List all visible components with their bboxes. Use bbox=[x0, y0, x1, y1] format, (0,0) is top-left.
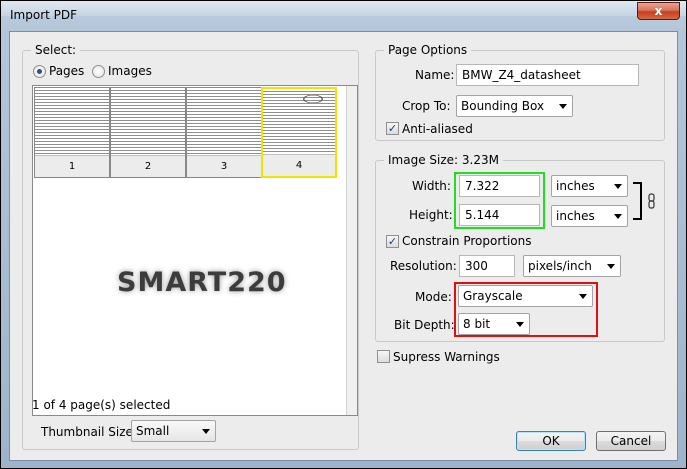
thumbnail-size-label: Thumbnail Size: bbox=[41, 425, 137, 439]
page-thumbnail-selected[interactable]: 4 bbox=[261, 87, 337, 178]
page-thumbnail[interactable]: 3 bbox=[186, 87, 262, 178]
chevron-down-icon bbox=[202, 429, 210, 434]
watermark: SMART220 bbox=[117, 267, 287, 298]
page-thumbnail-image bbox=[111, 88, 185, 154]
ok-button[interactable]: OK bbox=[516, 431, 586, 451]
page-thumbnail-number: 3 bbox=[187, 155, 261, 177]
resolution-field[interactable]: 300 bbox=[459, 255, 515, 277]
chevron-down-icon bbox=[607, 264, 615, 269]
chevron-down-icon bbox=[579, 294, 587, 299]
close-icon: x bbox=[654, 4, 663, 18]
suppress-warnings-checkbox[interactable] bbox=[377, 350, 390, 363]
name-label: Name: bbox=[415, 68, 455, 82]
close-button[interactable]: x bbox=[637, 2, 680, 20]
page-thumbnail-number: 2 bbox=[111, 155, 185, 177]
height-label: Height: bbox=[409, 208, 453, 222]
width-label: Width: bbox=[412, 179, 451, 193]
chevron-down-icon bbox=[516, 322, 524, 327]
resolution-label: Resolution: bbox=[390, 259, 457, 273]
resolution-unit-select[interactable]: pixels/inch bbox=[523, 255, 621, 277]
pages-radio-label[interactable]: Pages bbox=[49, 64, 84, 78]
link-chain-icon[interactable] bbox=[632, 182, 662, 222]
bit-depth-select[interactable]: 8 bit bbox=[458, 313, 530, 335]
height-field[interactable]: 5.144 bbox=[459, 204, 540, 226]
page-thumbnail[interactable]: 1 bbox=[34, 87, 110, 178]
mode-value: Grayscale bbox=[463, 289, 523, 303]
height-unit-select[interactable]: inches bbox=[551, 205, 628, 227]
images-radio[interactable] bbox=[92, 65, 105, 78]
images-radio-label[interactable]: Images bbox=[108, 64, 152, 78]
crop-to-label: Crop To: bbox=[402, 99, 451, 113]
height-unit-value: inches bbox=[556, 209, 595, 223]
mode-select[interactable]: Grayscale bbox=[458, 285, 593, 307]
window-title: Import PDF bbox=[10, 8, 78, 22]
height-value: 5.144 bbox=[465, 208, 500, 222]
anti-aliased-checkbox[interactable]: ✓ bbox=[386, 122, 399, 135]
chevron-down-icon bbox=[559, 104, 567, 109]
chevron-down-icon bbox=[614, 184, 622, 189]
thumbnail-size-value: Small bbox=[136, 424, 170, 438]
suppress-warnings-label[interactable]: Supress Warnings bbox=[393, 350, 500, 364]
chevron-down-icon bbox=[614, 214, 622, 219]
selection-status: 1 of 4 page(s) selected bbox=[32, 398, 171, 412]
dialog-body: Select: Pages Images 1 2 3 4 SMART220 1 … bbox=[9, 31, 678, 461]
cancel-button[interactable]: Cancel bbox=[596, 431, 666, 451]
import-pdf-dialog: Import PDF x Select: Pages Images 1 2 3 bbox=[0, 0, 687, 469]
resolution-value: 300 bbox=[465, 259, 488, 273]
page-thumbnail[interactable]: 2 bbox=[110, 87, 186, 178]
page-thumbnail-image bbox=[187, 88, 261, 154]
width-unit-value: inches bbox=[556, 179, 595, 193]
width-field[interactable]: 7.322 bbox=[459, 175, 540, 197]
page-options-label: Page Options bbox=[384, 43, 472, 57]
resolution-unit-value: pixels/inch bbox=[528, 259, 592, 273]
width-value: 7.322 bbox=[465, 179, 500, 193]
mode-label: Mode: bbox=[415, 290, 452, 304]
width-unit-select[interactable]: inches bbox=[551, 175, 628, 197]
title-bar: Import PDF x bbox=[1, 1, 686, 31]
page-thumbnail-image bbox=[263, 89, 335, 154]
bit-depth-label: Bit Depth: bbox=[394, 318, 455, 332]
crop-to-value: Bounding Box bbox=[461, 99, 545, 113]
select-group-label: Select: bbox=[31, 43, 81, 57]
constrain-proportions-label[interactable]: Constrain Proportions bbox=[402, 234, 532, 248]
bit-depth-value: 8 bit bbox=[463, 317, 491, 331]
page-thumbnail-number: 4 bbox=[263, 154, 335, 176]
pages-radio[interactable] bbox=[33, 65, 46, 78]
preview-scrollbar[interactable] bbox=[346, 86, 357, 415]
name-value: BMW_Z4_datasheet bbox=[462, 68, 581, 82]
page-preview-pane[interactable]: 1 2 3 4 SMART220 bbox=[32, 85, 358, 416]
constrain-proportions-checkbox[interactable]: ✓ bbox=[386, 235, 399, 248]
name-field[interactable]: BMW_Z4_datasheet bbox=[456, 64, 639, 86]
page-thumbnail-number: 1 bbox=[35, 155, 109, 177]
image-size-label: Image Size: 3.23M bbox=[384, 153, 503, 167]
anti-aliased-label[interactable]: Anti-aliased bbox=[402, 122, 473, 136]
thumbnail-size-select[interactable]: Small bbox=[131, 420, 216, 442]
crop-to-select[interactable]: Bounding Box bbox=[456, 95, 573, 117]
page-thumbnail-image bbox=[35, 88, 109, 154]
